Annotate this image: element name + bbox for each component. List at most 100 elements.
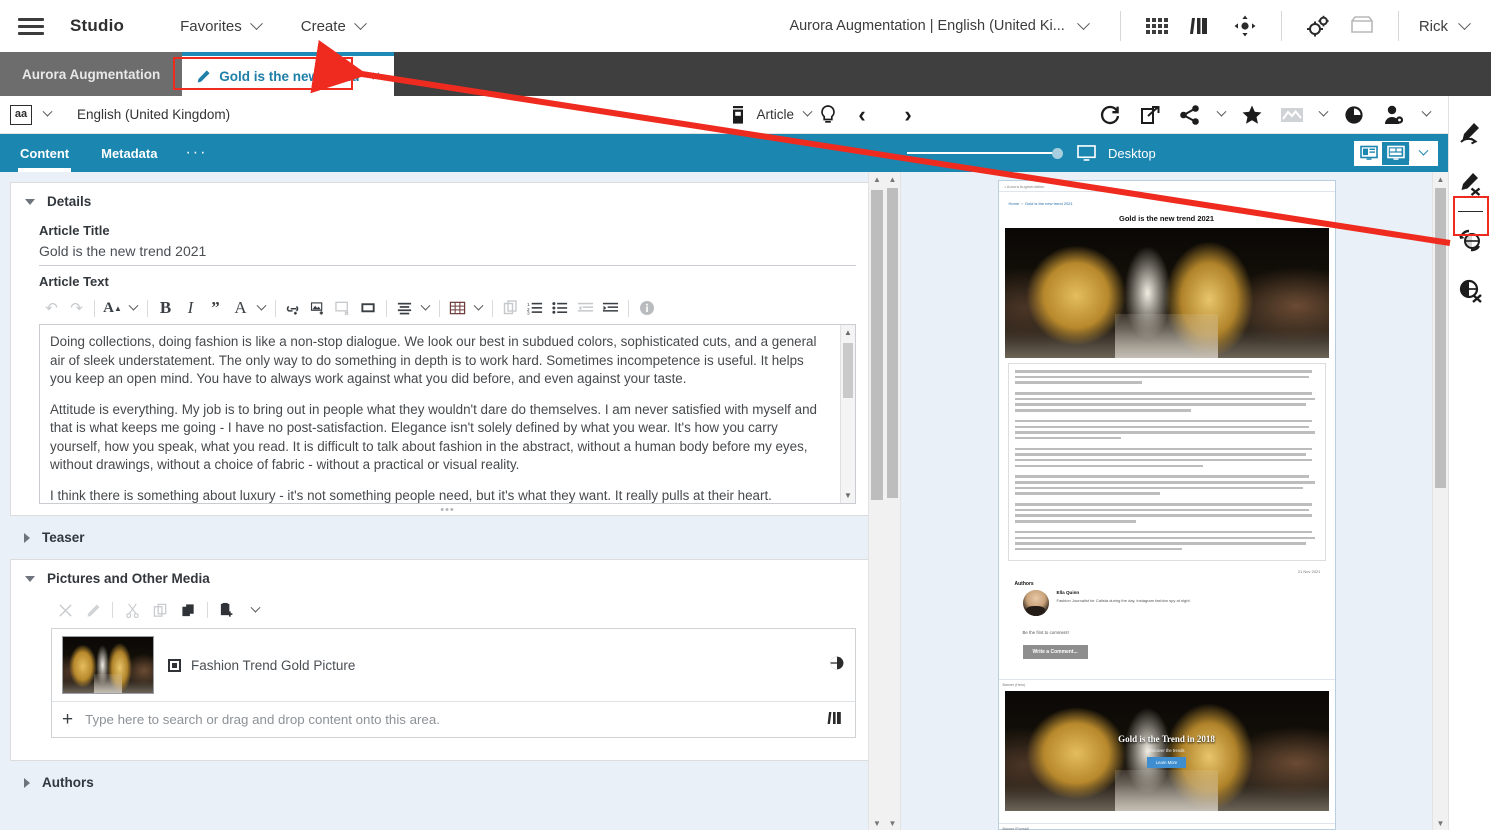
chevron-down-icon[interactable] [1414, 96, 1438, 134]
info-icon[interactable] [634, 296, 659, 320]
chevron-down-icon[interactable] [470, 300, 487, 312]
ordered-list-icon[interactable]: 123 [523, 296, 548, 320]
add-link-icon[interactable] [281, 296, 306, 320]
menu-favorites[interactable]: Favorites [180, 16, 263, 35]
align-icon[interactable] [392, 296, 417, 320]
reload-icon[interactable] [1090, 96, 1130, 134]
insert-image-icon[interactable] [306, 296, 331, 320]
share-icon[interactable] [1170, 96, 1210, 134]
chevron-down-icon[interactable] [1210, 96, 1232, 134]
preview-write-comment-button[interactable]: Write a Comment... [1022, 644, 1088, 659]
undo-icon[interactable]: ↶ [39, 296, 64, 320]
tab-metadata[interactable]: Metadata [85, 134, 173, 172]
menu-create[interactable]: Create [301, 16, 367, 35]
preview-zoom-slider[interactable] [907, 147, 1063, 159]
paste-icon[interactable] [174, 598, 202, 622]
split-view-icon[interactable] [1382, 141, 1409, 165]
user-settings-icon[interactable] [1374, 96, 1414, 134]
scroll-up-icon[interactable]: ▲ [841, 325, 855, 340]
copy-icon[interactable] [146, 598, 174, 622]
scrollbar-thumb[interactable] [843, 343, 853, 398]
redo-icon[interactable]: ↷ [64, 296, 89, 320]
scroll-down-icon[interactable]: ▼ [841, 488, 855, 503]
font-color-icon[interactable]: A [228, 296, 253, 320]
media-drop-area[interactable]: + Type here to search or drag and drop c… [52, 702, 855, 737]
gears-icon[interactable] [1296, 14, 1340, 38]
indent-icon[interactable] [598, 296, 623, 320]
text-style-icon[interactable]: A ▲ [100, 296, 125, 320]
chevron-down-icon[interactable] [241, 598, 269, 622]
scroll-down-icon[interactable]: ▼ [885, 816, 900, 830]
single-view-icon[interactable] [1355, 142, 1382, 165]
paste-new-icon[interactable] [213, 598, 241, 622]
remove-image-icon[interactable] [331, 296, 356, 320]
inbox-icon[interactable] [1340, 15, 1384, 37]
remove-icon[interactable] [51, 598, 79, 622]
outdent-icon[interactable] [573, 296, 598, 320]
scrollbar-thumb[interactable] [1435, 188, 1446, 488]
table-icon[interactable] [445, 296, 470, 320]
open-external-icon[interactable] [1130, 96, 1170, 134]
apps-grid-icon[interactable] [1135, 18, 1179, 34]
insert-block-icon[interactable] [356, 296, 381, 320]
chevron-down-icon[interactable] [125, 300, 142, 312]
chevron-down-icon[interactable] [417, 300, 434, 312]
section-media-header[interactable]: Pictures and Other Media [11, 560, 884, 592]
close-icon[interactable]: × [372, 68, 381, 85]
scroll-down-icon[interactable]: ▼ [869, 816, 885, 830]
cut-icon[interactable] [118, 598, 146, 622]
editor-scrollbar[interactable]: ▲ ▼ [840, 325, 855, 503]
lightbulb-icon[interactable] [811, 104, 845, 126]
section-details-header[interactable]: Details [11, 183, 884, 215]
scrollbar-thumb[interactable] [887, 188, 898, 498]
editor-resize-handle[interactable]: ••• [11, 504, 884, 516]
target-icon[interactable] [1223, 14, 1267, 38]
scroll-up-icon[interactable]: ▲ [1433, 172, 1448, 186]
more-tabs-icon[interactable]: ··· [173, 144, 219, 162]
unordered-list-icon[interactable] [548, 296, 573, 320]
library-icon[interactable] [1179, 15, 1223, 37]
form-scroll-area[interactable]: Details Article Title Gold is the new tr… [0, 172, 885, 830]
italic-icon[interactable]: I [178, 296, 203, 320]
edit-icon[interactable] [79, 598, 107, 622]
bold-icon[interactable]: B [153, 296, 178, 320]
preview-right-scrollbar[interactable]: ▲ ▼ [1432, 172, 1448, 830]
menu-hamburger-icon[interactable] [0, 17, 62, 35]
article-title-input[interactable]: Gold is the new trend 2021 [39, 241, 856, 266]
edit-disable-icon[interactable] [1449, 158, 1491, 208]
scrollbar-thumb[interactable] [871, 190, 883, 500]
collapse-left-icon[interactable]: ‹ [845, 102, 879, 128]
scroll-up-icon[interactable]: ▲ [869, 172, 885, 186]
chevron-down-icon[interactable] [253, 300, 270, 312]
article-text-content[interactable]: Doing collections, doing fashion is like… [40, 325, 840, 503]
history-clock-icon[interactable] [1334, 96, 1374, 134]
copy-icon[interactable] [498, 296, 523, 320]
add-icon[interactable]: + [62, 710, 73, 729]
chevron-down-icon[interactable] [1312, 96, 1334, 134]
library-icon[interactable] [827, 710, 845, 729]
content-type-selector[interactable]: Article [730, 105, 813, 125]
analytics-icon[interactable] [1272, 96, 1312, 134]
article-text-editor[interactable]: Doing collections, doing fashion is like… [39, 324, 856, 504]
media-item-status-icon[interactable] [829, 655, 845, 676]
blockquote-icon[interactable]: ” [203, 296, 228, 320]
tab-content[interactable]: Content [4, 134, 85, 172]
scroll-down-icon[interactable]: ▼ [1433, 816, 1448, 830]
preview-disable-icon[interactable] [1449, 265, 1491, 315]
preview-banner-button[interactable]: Learn More [1146, 756, 1187, 768]
tab-gold-is-the-new-trend[interactable]: Gold is the new Trend × [182, 52, 395, 96]
user-menu[interactable]: Rick [1413, 16, 1491, 35]
tab-aurora-augmentation[interactable]: Aurora Augmentation [0, 52, 183, 96]
edit-enable-icon[interactable] [1449, 108, 1491, 158]
expand-right-icon[interactable]: › [885, 102, 931, 128]
site-language-selector[interactable]: Aurora Augmentation | English (United Ki… [789, 16, 1105, 34]
slider-knob[interactable] [1052, 147, 1063, 159]
preview-canvas[interactable]: • Aurora Augmentation Home › Gold is the… [901, 172, 1432, 830]
section-teaser[interactable]: Teaser [10, 516, 885, 559]
section-authors[interactable]: Authors [10, 761, 885, 804]
form-scrollbar[interactable]: ▲ ▼ [868, 172, 885, 830]
language-variants-icon[interactable]: aa [10, 104, 32, 125]
preview-refresh-icon[interactable] [1449, 215, 1491, 265]
scroll-up-icon[interactable]: ▲ [885, 172, 900, 186]
bookmark-star-icon[interactable] [1232, 96, 1272, 134]
